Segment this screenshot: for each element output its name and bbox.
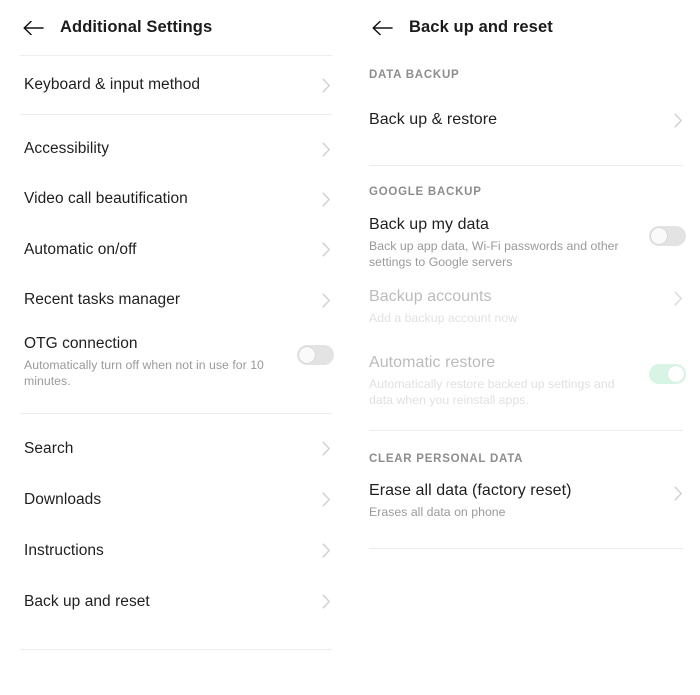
chevron-right-icon (670, 112, 686, 128)
left-panel-header: Additional Settings (0, 0, 352, 55)
chevron-right-icon (670, 291, 686, 306)
list-item-keyboard-input-method[interactable]: Keyboard & input method (0, 56, 352, 114)
divider (369, 430, 683, 431)
list-item-otg-connection[interactable]: OTG connection Automatically turn off wh… (0, 325, 352, 389)
list-item-label: OTG connection (24, 335, 138, 352)
list-item-label: Back up and reset (24, 592, 150, 610)
otg-connection-toggle[interactable] (297, 345, 334, 365)
chevron-right-icon (318, 141, 334, 157)
chevron-right-icon (318, 77, 334, 93)
toggle-knob (651, 228, 667, 244)
chevron-right-icon (670, 486, 686, 501)
back-arrow-icon[interactable] (369, 15, 395, 41)
chevron-right-icon (318, 441, 334, 456)
list-item-automatic-restore: Automatic restore Automatically restore … (352, 353, 700, 415)
back-up-my-data-toggle[interactable] (649, 226, 686, 246)
list-item-back-up-my-data[interactable]: Back up my data Back up app data, Wi-Fi … (352, 215, 700, 277)
list-item-label: Downloads (24, 490, 102, 508)
section-label-data-backup: DATA BACKUP (369, 69, 460, 81)
list-item-description: Erases all data on phone (369, 505, 506, 519)
list-item-description: Automatically turn off when not in use f… (24, 358, 264, 388)
list-item-label: Accessibility (24, 140, 110, 157)
list-item-video-call-beautification[interactable]: Video call beautification (0, 174, 352, 224)
list-item-recent-tasks-manager[interactable]: Recent tasks manager (0, 275, 352, 325)
toggle-knob (299, 347, 315, 363)
settings-screen: Additional Settings Keyboard & input met… (0, 0, 700, 695)
section-label-google-backup: GOOGLE BACKUP (369, 186, 482, 198)
list-item-label: Backup accounts (369, 288, 492, 305)
list-item-description: Add a backup account now (369, 311, 518, 325)
divider (369, 548, 683, 549)
section-label-clear-personal-data: CLEAR PERSONAL DATA (369, 453, 524, 465)
list-item-downloads[interactable]: Downloads (0, 474, 352, 525)
divider (20, 649, 332, 650)
list-item-erase-all-data[interactable]: Erase all data (factory reset) Erases al… (352, 481, 700, 531)
list-item-instructions[interactable]: Instructions (0, 525, 352, 576)
chevron-right-icon (318, 543, 334, 558)
page-title: Back up and reset (409, 18, 553, 36)
list-item-label: Automatic on/off (24, 240, 137, 258)
list-item-label: Erase all data (factory reset) (369, 482, 572, 499)
chevron-right-icon (318, 292, 334, 308)
list-item-description: Automatically restore backed up settings… (369, 377, 615, 407)
page-title: Additional Settings (60, 18, 213, 36)
list-item-label: Video call beautification (24, 190, 188, 207)
toggle-knob (668, 366, 684, 382)
list-item-back-up-and-reset[interactable]: Back up and reset (0, 576, 352, 627)
chevron-right-icon (318, 242, 334, 257)
list-item-label: Keyboard & input method (24, 76, 201, 93)
divider (20, 114, 332, 115)
list-item-backup-accounts: Backup accounts Add a backup account now (352, 287, 700, 337)
automatic-restore-toggle (649, 364, 686, 384)
divider (20, 413, 332, 414)
list-item-accessibility[interactable]: Accessibility (0, 124, 352, 174)
list-item-description: Back up app data, Wi-Fi passwords and ot… (369, 239, 619, 269)
list-item-search[interactable]: Search (0, 423, 352, 474)
divider (369, 165, 683, 166)
right-panel-header: Back up and reset (352, 0, 700, 55)
back-up-and-reset-panel: Back up and reset DATA BACKUP Back up & … (352, 0, 700, 695)
list-item-automatic-on-off[interactable]: Automatic on/off (0, 224, 352, 275)
additional-settings-panel: Additional Settings Keyboard & input met… (0, 0, 352, 695)
list-item-label: Search (24, 439, 74, 457)
chevron-right-icon (318, 492, 334, 507)
chevron-right-icon (318, 191, 334, 207)
list-item-label: Instructions (24, 541, 104, 559)
chevron-right-icon (318, 594, 334, 609)
list-item-label: Automatic restore (369, 354, 496, 371)
back-arrow-icon[interactable] (20, 15, 46, 41)
list-item-label: Back up my data (369, 216, 489, 233)
list-item-label: Recent tasks manager (24, 291, 181, 308)
list-item-back-up-and-restore[interactable]: Back up & restore (352, 95, 700, 145)
list-item-label: Back up & restore (369, 111, 498, 128)
